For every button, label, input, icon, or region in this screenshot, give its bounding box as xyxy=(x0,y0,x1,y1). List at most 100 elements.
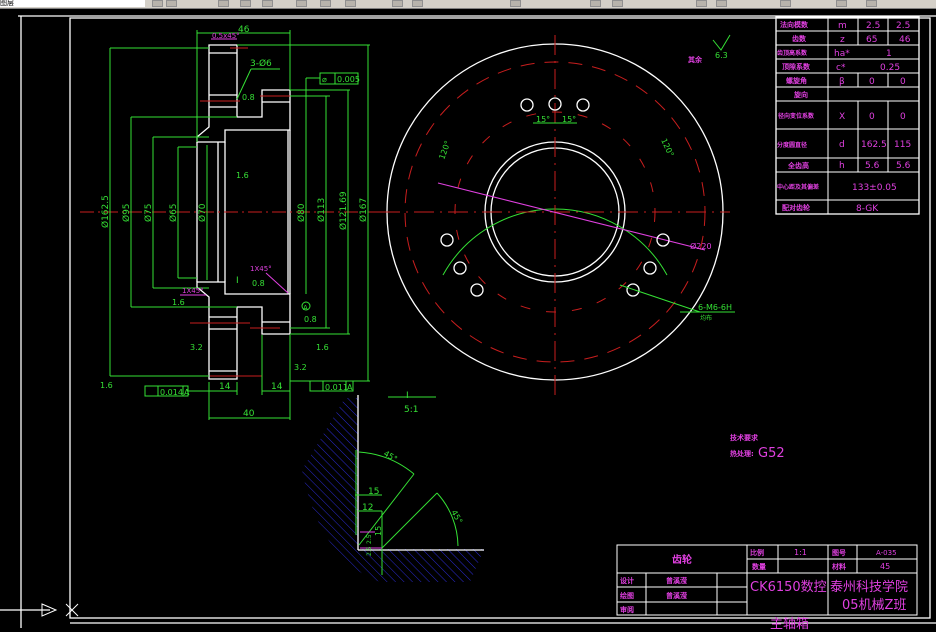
drawing-text: 其余 xyxy=(688,55,703,64)
drawing-text: 0 xyxy=(869,112,875,122)
drawing-text: CK6150数控 xyxy=(750,580,827,595)
drawing-text: 比例 xyxy=(750,548,764,557)
drawing-text: 0 xyxy=(900,77,906,87)
drawing-text: β xyxy=(839,77,845,87)
drawing-text: G52 xyxy=(758,446,785,461)
drawing-text: Ø220 xyxy=(690,241,712,251)
drawing-text: A xyxy=(184,388,190,397)
drawing-text: 1.6 xyxy=(172,298,185,307)
drawing-frame xyxy=(0,15,936,628)
drawing-text: 设计 xyxy=(620,576,634,585)
drawing-text: 0.8 xyxy=(242,93,255,102)
drawing-circle xyxy=(440,233,454,247)
drawing-text: Ø121.69 xyxy=(338,191,349,230)
drawing-line xyxy=(381,492,438,549)
drawing-polygon xyxy=(196,281,291,380)
drawing-text: 曾溪滢 xyxy=(666,591,687,600)
drawing-text: 0.014 xyxy=(160,388,183,397)
drawing-text: 0 xyxy=(869,77,875,87)
drawing-text: 0 xyxy=(900,112,906,122)
drawing-text: 46 xyxy=(899,35,911,45)
drawing-text: 齿顶高系数 xyxy=(777,49,808,57)
drawing-g: 法向模数 齿数 齿顶高系数 顶隙系数 螺旋角 旋向 径向变位系数 分度圆直径 全… xyxy=(777,20,819,212)
drawing-text: 15 xyxy=(368,487,379,497)
drawing-text: 2.5 xyxy=(366,546,373,556)
drawing-text: Ø95 xyxy=(121,203,132,222)
drawing-text: Ø113 xyxy=(316,198,327,222)
drawing-text: 45° xyxy=(382,449,399,464)
drawing-text: 法向模数 xyxy=(780,20,809,29)
drawing-text: 05机械Z班 xyxy=(842,598,906,613)
drawing-text: 均布 xyxy=(700,314,712,322)
drawing-text: 14 xyxy=(271,382,283,392)
drawing-text: 图号 xyxy=(832,548,846,557)
drawing-canvas[interactable]: 46 0.5x45° 3-Ø6 0.005 ⌀ 0.8 1.6 1.6 1X45… xyxy=(0,0,936,632)
drawing-text: 3.2 xyxy=(294,363,307,372)
drawing-text: 径向变位系数 xyxy=(778,112,815,120)
drawing-text: 3-Ø6 xyxy=(250,58,272,69)
drawing-text: 1:1 xyxy=(794,548,807,557)
drawing-text: Ø162.5 xyxy=(100,195,111,228)
drawing-text: 65 xyxy=(866,35,877,45)
drawing-text: ha* xyxy=(834,49,850,59)
drawing-text: 2.5 xyxy=(896,21,910,31)
dimension-lines xyxy=(109,30,370,420)
drawing-text: m xyxy=(838,21,847,31)
gear-front-view xyxy=(380,34,735,395)
drawing-text: 0.8 xyxy=(304,315,317,324)
drawing-line xyxy=(619,284,701,313)
drawing-text: 0.8 xyxy=(252,279,265,288)
drawing-text: 配对齿轮 xyxy=(782,203,810,212)
drawing-text: 1 xyxy=(886,49,892,59)
drawing-text: 5:1 xyxy=(404,405,418,415)
drawing-text: 5.6 xyxy=(865,161,880,171)
drawing-text: 15° xyxy=(536,115,550,124)
detail-view-I xyxy=(302,395,484,582)
drawing-text: 40 xyxy=(243,409,255,419)
drawing-text: c* xyxy=(836,63,846,73)
drawing-text: 45° xyxy=(449,509,464,526)
drawing-text: 主轴箱 xyxy=(770,616,809,632)
drawing-text: d xyxy=(839,140,845,150)
title-block: 齿轮 比例 1:1 图号 A-035 数量 材料 45 设计 曾溪滢 绘图 曾溪… xyxy=(616,544,918,632)
drawing-polyline xyxy=(712,34,731,51)
drawing-text: 15 xyxy=(374,526,383,536)
drawing-text: 旋向 xyxy=(793,90,808,99)
drawing-text: 12 xyxy=(362,503,373,513)
drawing-text: 绘图 xyxy=(620,591,634,600)
drawing-text: A xyxy=(303,304,308,312)
drawing-text: 曾溪滢 xyxy=(666,576,687,585)
drawing-text: I xyxy=(406,391,409,401)
drawing-text: 45 xyxy=(880,562,890,571)
drawing-text: 6.3 xyxy=(715,51,728,60)
drawing-text: 6-M6-6H xyxy=(698,303,732,312)
drawing-text: 1.6 xyxy=(316,343,329,352)
drawing-text: 2.5 xyxy=(866,21,880,31)
drawing-text: 全齿高 xyxy=(787,161,809,170)
drawing-text: 0.011 xyxy=(325,383,348,392)
drawing-text: 泰州科技学院 xyxy=(830,579,908,595)
drawing-text: 46 xyxy=(238,25,250,35)
drawing-text: 审阅 xyxy=(620,605,634,614)
drawing-text: X xyxy=(839,112,845,122)
drawing-text: 1.6 xyxy=(236,171,249,180)
drawing-rect xyxy=(69,17,931,619)
drawing-text: Ø80 xyxy=(296,203,307,222)
drawing-circle xyxy=(470,283,484,297)
drawing-circle xyxy=(520,98,534,112)
drawing-text: 齿轮 xyxy=(672,553,692,566)
drawing-text: 162.5 xyxy=(861,140,887,150)
drawing-text: 1X45° xyxy=(182,287,204,295)
drawing-text: 115 xyxy=(894,140,911,150)
drawing-circle xyxy=(576,98,590,112)
drawing-line xyxy=(265,272,289,294)
drawing-text: 0.25 xyxy=(880,63,900,73)
drawing-text: 133±0.05 xyxy=(852,183,897,193)
drawing-text: 材料 xyxy=(831,562,846,571)
drawing-text: 5.6 xyxy=(896,161,911,171)
drawing-text: 数量 xyxy=(752,562,766,571)
drawing-text: 15° xyxy=(562,115,576,124)
drawing-text: 1.6 xyxy=(100,381,113,390)
drawing-text: 齿数 xyxy=(792,34,807,43)
drawing-text: 螺旋角 xyxy=(786,76,807,85)
